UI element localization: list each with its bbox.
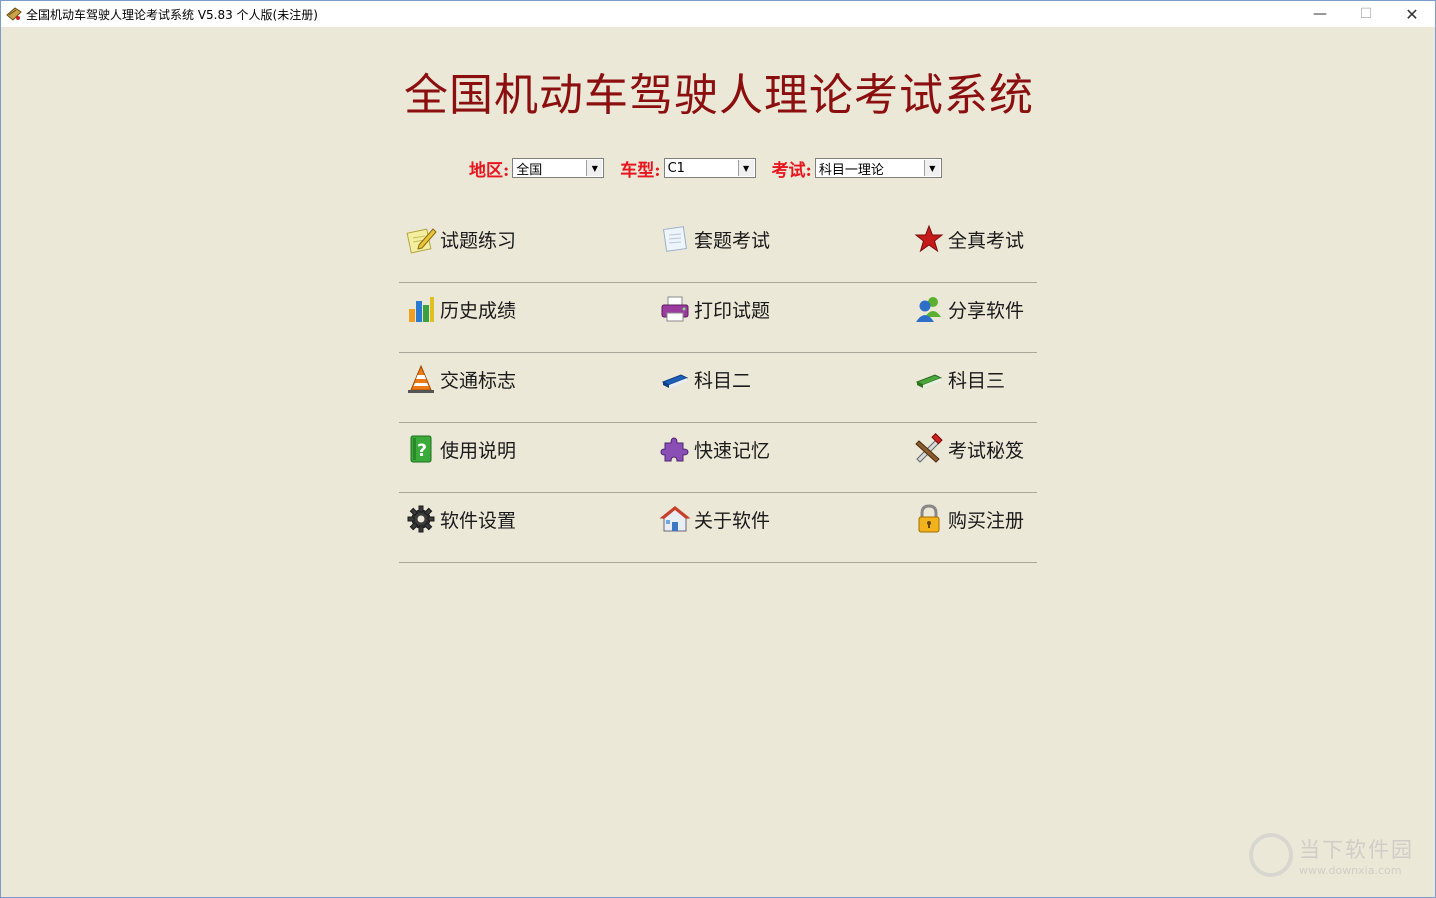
tools-icon bbox=[913, 433, 945, 465]
subject-two-label: 科目二 bbox=[694, 369, 752, 392]
set-exam-label: 套题考试 bbox=[694, 229, 771, 252]
house-icon bbox=[659, 503, 691, 535]
practice-label: 试题练习 bbox=[440, 229, 517, 252]
watermark: 当下软件园 www.downxia.com bbox=[1249, 829, 1429, 881]
region-label: 地区: bbox=[469, 160, 510, 181]
watermark-main-text: 当下软件园 bbox=[1299, 837, 1414, 862]
printer-icon bbox=[659, 293, 691, 325]
maximize-button[interactable]: ☐ bbox=[1343, 1, 1389, 27]
exam-select-value: 科目一理论 bbox=[818, 162, 884, 178]
paper-sheet-icon bbox=[659, 223, 691, 255]
subject-three-button[interactable]: 科目三 bbox=[913, 353, 1005, 405]
chevron-down-icon[interactable]: ▼ bbox=[586, 160, 603, 176]
share-software-label: 分享软件 bbox=[948, 299, 1025, 322]
main-menu: 试题练习 套题考试 全真考试 历史成绩 打印试题 分享软件 交通标志 科目二 科… bbox=[399, 213, 1037, 563]
lock-icon bbox=[913, 503, 945, 535]
exam-label: 考试: bbox=[771, 160, 812, 181]
watermark-logo-icon bbox=[1249, 833, 1293, 877]
close-button[interactable]: ✕ bbox=[1389, 1, 1435, 27]
mock-exam-button[interactable]: 全真考试 bbox=[913, 213, 1024, 265]
history-scores-label: 历史成绩 bbox=[440, 299, 517, 322]
user-guide-button[interactable]: ? 使用说明 bbox=[405, 423, 516, 475]
chevron-down-icon[interactable]: ▼ bbox=[737, 160, 754, 176]
filter-bar: 地区: 全国 ▼ 车型: C1 ▼ 考试: 科目一理论 ▼ bbox=[469, 157, 942, 181]
vehicle-select-value: C1 bbox=[667, 160, 685, 176]
notepad-pencil-icon bbox=[405, 223, 437, 255]
bar-chart-icon bbox=[405, 293, 437, 325]
app-icon bbox=[6, 6, 22, 22]
share-software-button[interactable]: 分享软件 bbox=[913, 283, 1024, 335]
window-title: 全国机动车驾驶人理论考试系统 V5.83 个人版(未注册) bbox=[26, 7, 318, 22]
traffic-cone-icon bbox=[405, 363, 437, 395]
menu-row: 软件设置 关于软件 购买注册 bbox=[399, 493, 1037, 563]
subject-two-button[interactable]: 科目二 bbox=[659, 353, 751, 405]
help-book-icon: ? bbox=[405, 433, 437, 465]
mock-exam-label: 全真考试 bbox=[948, 229, 1025, 252]
watermark-sub-text: www.downxia.com bbox=[1299, 863, 1402, 877]
chevron-down-icon[interactable]: ▼ bbox=[923, 160, 940, 176]
region-select[interactable]: 全国 ▼ bbox=[512, 158, 605, 178]
menu-row: ? 使用说明 快速记忆 考试秘笈 bbox=[399, 423, 1037, 493]
users-icon bbox=[913, 293, 945, 325]
quick-memory-button[interactable]: 快速记忆 bbox=[659, 423, 770, 475]
app-title: 全国机动车驾驶人理论考试系统 bbox=[404, 70, 1034, 121]
settings-label: 软件设置 bbox=[440, 509, 517, 532]
svg-text:?: ? bbox=[417, 441, 427, 461]
set-exam-button[interactable]: 套题考试 bbox=[659, 213, 770, 265]
title-bar: 全国机动车驾驶人理论考试系统 V5.83 个人版(未注册) — ☐ ✕ bbox=[1, 1, 1435, 27]
exam-tips-label: 考试秘笈 bbox=[948, 439, 1025, 462]
print-questions-button[interactable]: 打印试题 bbox=[659, 283, 770, 335]
traffic-signs-button[interactable]: 交通标志 bbox=[405, 353, 516, 405]
menu-row: 交通标志 科目二 科目三 bbox=[399, 353, 1037, 423]
exam-select[interactable]: 科目一理论 ▼ bbox=[814, 158, 942, 178]
traffic-signs-label: 交通标志 bbox=[440, 369, 517, 392]
about-label: 关于软件 bbox=[694, 509, 771, 532]
vehicle-select[interactable]: C1 ▼ bbox=[663, 158, 756, 178]
history-scores-button[interactable]: 历史成绩 bbox=[405, 283, 516, 335]
buy-register-label: 购买注册 bbox=[948, 509, 1025, 532]
about-button[interactable]: 关于软件 bbox=[659, 493, 770, 545]
gear-icon bbox=[405, 503, 437, 535]
app-window: 全国机动车驾驶人理论考试系统 V5.83 个人版(未注册) — ☐ ✕ 全国机动… bbox=[0, 0, 1436, 898]
star-icon bbox=[913, 223, 945, 255]
blue-eraser-icon bbox=[659, 363, 691, 395]
practice-button[interactable]: 试题练习 bbox=[405, 213, 516, 265]
exam-tips-button[interactable]: 考试秘笈 bbox=[913, 423, 1024, 475]
quick-memory-label: 快速记忆 bbox=[694, 439, 771, 462]
buy-register-button[interactable]: 购买注册 bbox=[913, 493, 1024, 545]
green-eraser-icon bbox=[913, 363, 945, 395]
menu-row: 试题练习 套题考试 全真考试 bbox=[399, 213, 1037, 283]
minimize-button[interactable]: — bbox=[1297, 1, 1343, 27]
region-select-value: 全国 bbox=[516, 162, 543, 178]
menu-row: 历史成绩 打印试题 分享软件 bbox=[399, 283, 1037, 353]
print-questions-label: 打印试题 bbox=[694, 299, 771, 322]
puzzle-icon bbox=[659, 433, 691, 465]
subject-three-label: 科目三 bbox=[948, 369, 1006, 392]
vehicle-label: 车型: bbox=[620, 160, 661, 181]
settings-button[interactable]: 软件设置 bbox=[405, 493, 516, 545]
user-guide-label: 使用说明 bbox=[440, 439, 517, 462]
